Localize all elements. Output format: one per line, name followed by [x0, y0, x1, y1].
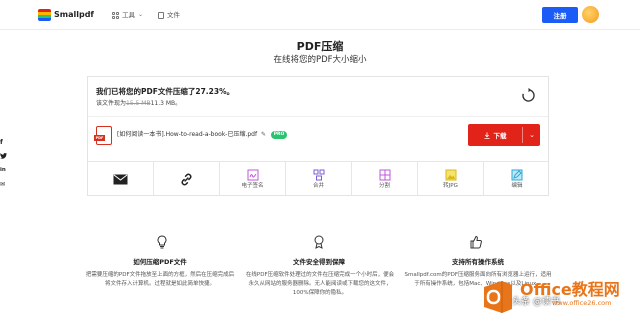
feature-text-security: 在线PDF压缩软件处理过的文件在压缩完成一个小时后，便会永久从网站的服务器删除。…	[245, 272, 395, 296]
logo-text[interactable]: Smallpdf	[54, 9, 94, 21]
file-name[interactable]: [如何阅读一本书].How-to-read-a-book-已压缩.pdf	[117, 131, 257, 139]
pencil-icon[interactable]: ✎	[261, 131, 266, 139]
feature-title-security: 文件安全得到保障	[293, 258, 345, 266]
tools-menu[interactable]: 工具 ⌄	[112, 9, 143, 21]
link-action[interactable]	[154, 162, 220, 196]
feature-text-how: 把需要压缩的PDF文件拖放至上面的方框，然后在压缩完成后将文件存入计算机。过程就…	[85, 272, 235, 287]
link-icon	[181, 173, 192, 185]
avatar[interactable]	[582, 6, 599, 23]
feature-title-os: 支持所有操作系统	[452, 258, 504, 266]
split-label: 分割	[378, 182, 390, 189]
email-action[interactable]	[88, 162, 154, 196]
split-action[interactable]: 分割	[352, 162, 418, 196]
merge-icon	[313, 169, 324, 180]
file-icon	[158, 11, 164, 19]
twitter-icon[interactable]	[0, 153, 8, 160]
feature-title-how: 如何压缩PDF文件	[133, 258, 187, 266]
watermark-url: www.office26.com	[552, 299, 612, 307]
page-subtitle: 在线将您的PDF大小缩小	[273, 55, 367, 65]
divider	[522, 127, 523, 143]
mail-icon[interactable]: ✉	[0, 181, 8, 188]
esign-label: 电子签名	[241, 182, 264, 189]
esign-action[interactable]: 电子签名	[220, 162, 286, 196]
chevron-down-icon: ⌄	[138, 11, 144, 18]
download-options-chevron-icon[interactable]: ⌄	[524, 124, 540, 146]
restart-icon[interactable]	[520, 87, 537, 104]
files-menu[interactable]: 文件	[158, 9, 180, 21]
smallpdf-logo-icon[interactable]	[38, 9, 51, 21]
file-size-info: 该文件现为15.5 MB11.3 MB。	[96, 100, 181, 108]
download-icon	[484, 132, 489, 139]
facebook-icon[interactable]: f	[0, 139, 8, 146]
new-size: 11.3 MB。	[150, 100, 182, 107]
envelope-icon	[113, 174, 128, 184]
lightbulb-icon	[157, 235, 167, 249]
size-prefix: 该文件现为	[96, 100, 127, 107]
thumbs-up-icon	[470, 235, 482, 249]
grid-icon	[112, 11, 119, 19]
old-size: 15.5 MB	[126, 100, 151, 107]
to-jpg-label: 转JPG	[443, 182, 458, 189]
merge-action[interactable]: 合并	[286, 162, 352, 196]
divider	[88, 116, 548, 117]
merge-label: 合并	[312, 182, 324, 189]
download-button[interactable]: 下载	[468, 124, 522, 146]
pro-badge: PRO	[271, 131, 287, 139]
security-badge-icon	[314, 235, 324, 249]
linkedin-icon[interactable]: in	[0, 167, 8, 174]
pdf-file-icon: PDF	[94, 126, 112, 145]
to-jpg-action[interactable]: 转JPG	[418, 162, 484, 196]
compression-message: 我们已将您的PDF文件压缩了27.23%。	[96, 87, 235, 96]
edit-icon	[511, 169, 523, 180]
split-icon	[379, 169, 390, 180]
tools-menu-label: 工具	[122, 11, 135, 19]
download-label: 下载	[493, 132, 507, 140]
download-button-group: 下载 ⌄	[468, 124, 540, 146]
office-logo-icon	[484, 281, 512, 313]
esign-icon	[247, 169, 258, 180]
edit-action[interactable]: 编辑	[484, 162, 550, 196]
pdf-tag: PDF	[94, 135, 105, 141]
files-menu-label: 文件	[167, 11, 180, 19]
register-button[interactable]: 注册	[542, 7, 578, 23]
page-title: PDF压缩	[296, 40, 344, 53]
watermark-headline: 头条 @读书	[512, 297, 560, 307]
jpg-icon	[445, 169, 456, 180]
edit-label: 编辑	[511, 182, 523, 189]
